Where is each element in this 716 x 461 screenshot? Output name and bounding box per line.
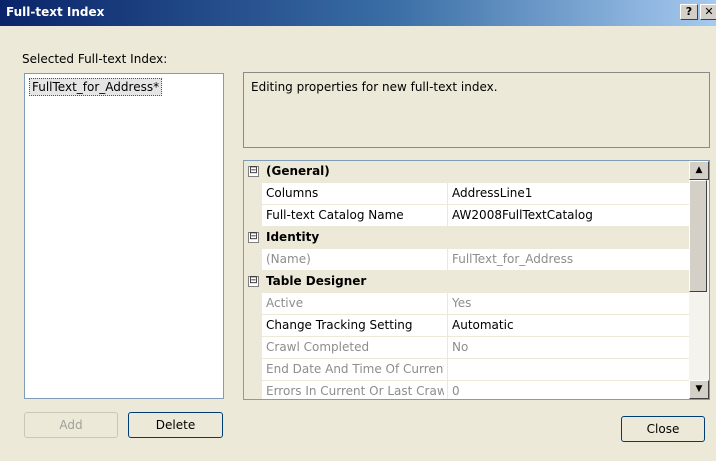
property-value[interactable]: Yes bbox=[452, 296, 682, 310]
column-divider[interactable] bbox=[447, 249, 448, 270]
description-panel: Editing properties for new full-text ind… bbox=[243, 72, 710, 148]
row-gutter bbox=[244, 183, 262, 204]
collapse-icon[interactable]: ⊟ bbox=[248, 166, 259, 177]
delete-button[interactable]: Delete bbox=[128, 412, 223, 438]
add-button[interactable]: Add bbox=[24, 412, 118, 438]
property-name: Full-text Catalog Name bbox=[266, 208, 404, 222]
property-value[interactable]: Automatic bbox=[452, 318, 682, 332]
property-value[interactable]: FullText_for_Address bbox=[452, 252, 682, 266]
column-divider[interactable] bbox=[447, 381, 448, 399]
row-gutter bbox=[244, 381, 262, 399]
collapse-icon[interactable]: ⊟ bbox=[248, 276, 259, 287]
close-window-button[interactable]: ✕ bbox=[700, 4, 716, 20]
property-row-change-tracking[interactable]: Change Tracking Setting Automatic bbox=[244, 315, 689, 337]
row-gutter bbox=[244, 293, 262, 314]
list-item[interactable]: FullText_for_Address* bbox=[29, 78, 163, 96]
collapse-icon[interactable]: ⊟ bbox=[248, 232, 259, 243]
row-gutter bbox=[244, 359, 262, 380]
property-row-crawl-completed[interactable]: Crawl Completed No bbox=[244, 337, 689, 359]
selected-index-label: Selected Full-text Index: bbox=[22, 52, 168, 66]
close-button[interactable]: Close bbox=[621, 416, 705, 442]
property-row-columns[interactable]: Columns AddressLine1 bbox=[244, 183, 689, 205]
column-divider[interactable] bbox=[447, 315, 448, 336]
property-value[interactable]: No bbox=[452, 340, 682, 354]
category-name: Table Designer bbox=[266, 274, 367, 288]
full-text-index-dialog: Full-text Index ? ✕ Selected Full-text I… bbox=[0, 0, 716, 461]
property-row-errors[interactable]: Errors In Current Or Last Crawl 0 bbox=[244, 381, 689, 399]
column-divider[interactable] bbox=[447, 337, 448, 358]
scroll-down-icon[interactable]: ▼ bbox=[689, 380, 709, 399]
property-name: Errors In Current Or Last Crawl bbox=[266, 384, 444, 398]
column-divider[interactable] bbox=[447, 205, 448, 226]
column-divider[interactable] bbox=[447, 359, 448, 380]
property-name: Crawl Completed bbox=[266, 340, 370, 354]
row-gutter bbox=[244, 205, 262, 226]
category-name: Identity bbox=[266, 230, 320, 244]
scrollbar-thumb[interactable] bbox=[689, 180, 707, 292]
category-table-designer[interactable]: ⊟ Table Designer bbox=[244, 271, 689, 293]
property-row-active[interactable]: Active Yes bbox=[244, 293, 689, 315]
description-text: Editing properties for new full-text ind… bbox=[251, 80, 498, 94]
category-identity[interactable]: ⊟ Identity bbox=[244, 227, 689, 249]
property-row-catalog-name[interactable]: Full-text Catalog Name AW2008FullTextCat… bbox=[244, 205, 689, 227]
property-value[interactable]: 0 bbox=[452, 384, 682, 398]
category-general[interactable]: ⊟ (General) bbox=[244, 161, 689, 183]
property-row-name[interactable]: (Name) FullText_for_Address bbox=[244, 249, 689, 271]
row-gutter bbox=[244, 315, 262, 336]
vertical-scrollbar[interactable]: ▲ ▼ bbox=[689, 161, 709, 399]
row-gutter bbox=[244, 249, 262, 270]
property-row-end-date[interactable]: End Date And Time Of Current Or Last Cra… bbox=[244, 359, 689, 381]
help-button[interactable]: ? bbox=[680, 4, 698, 20]
property-name: Columns bbox=[266, 186, 319, 200]
title-bar[interactable]: Full-text Index ? ✕ bbox=[0, 0, 716, 26]
property-name: Change Tracking Setting bbox=[266, 318, 413, 332]
category-name: (General) bbox=[266, 164, 330, 178]
row-gutter bbox=[244, 337, 262, 358]
scroll-up-icon[interactable]: ▲ bbox=[689, 161, 709, 180]
property-grid[interactable]: ⊟ (General) Columns AddressLine1 Full-te… bbox=[243, 160, 710, 400]
property-value[interactable]: AW2008FullTextCatalog bbox=[452, 208, 682, 222]
property-value[interactable]: AddressLine1 bbox=[452, 186, 682, 200]
full-text-index-list[interactable]: FullText_for_Address* bbox=[24, 73, 224, 399]
window-title: Full-text Index bbox=[6, 5, 105, 19]
property-name: End Date And Time Of Current Or Last Cra… bbox=[266, 362, 444, 376]
column-divider[interactable] bbox=[447, 293, 448, 314]
property-name: (Name) bbox=[266, 252, 311, 266]
column-divider[interactable] bbox=[447, 183, 448, 204]
property-name: Active bbox=[266, 296, 304, 310]
